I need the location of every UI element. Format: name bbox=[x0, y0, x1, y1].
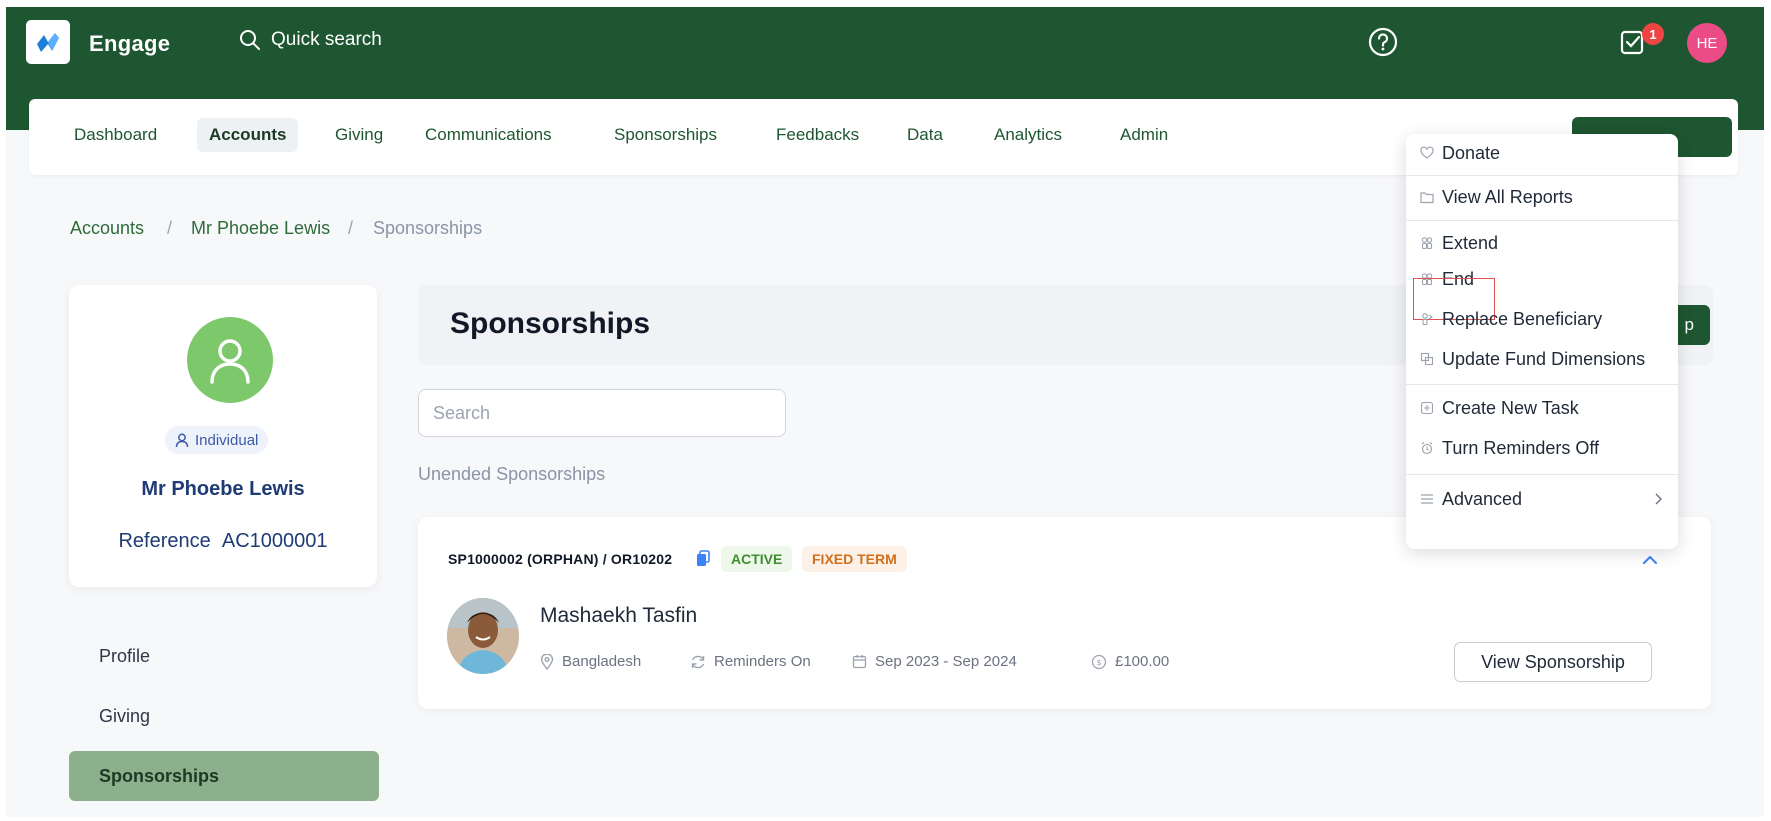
profile-reference: Reference AC1000001 bbox=[69, 530, 377, 553]
menu-item-label: Advanced bbox=[1442, 488, 1523, 509]
profile-card: Individual Mr Phoebe Lewis Reference AC1… bbox=[69, 285, 377, 587]
menu-item-label: Create New Task bbox=[1442, 397, 1579, 418]
svg-text:$: $ bbox=[1096, 658, 1101, 667]
actions-menu: Donate View All Reports Extend End Repla… bbox=[1406, 134, 1678, 549]
menu-item-update-fund-dimensions[interactable]: Update Fund Dimensions bbox=[1406, 340, 1678, 378]
search-icon bbox=[240, 30, 260, 50]
breadcrumb-accounts[interactable]: Accounts bbox=[70, 218, 144, 239]
profile-name: Mr Phoebe Lewis bbox=[141, 478, 305, 500]
folder-icon bbox=[1420, 191, 1434, 203]
menu-divider bbox=[1406, 175, 1678, 176]
replace-icon bbox=[1422, 313, 1433, 326]
amount-text: £100.00 bbox=[1115, 653, 1170, 670]
meta-country: Bangladesh bbox=[540, 653, 641, 670]
sidebar-item-profile[interactable]: Profile bbox=[69, 631, 379, 681]
help-icon bbox=[1368, 27, 1398, 57]
beneficiary-photo bbox=[447, 598, 519, 674]
currency-icon: $ bbox=[1091, 654, 1107, 669]
beneficiary-portrait bbox=[447, 598, 519, 674]
person-icon bbox=[210, 339, 250, 384]
app-logo[interactable] bbox=[26, 20, 70, 64]
location-pin-icon bbox=[540, 653, 554, 670]
chevron-right-icon bbox=[1655, 493, 1662, 505]
meta-amount: $ £100.00 bbox=[1091, 653, 1169, 670]
period-text: Sep 2023 - Sep 2024 bbox=[875, 653, 1017, 670]
menu-item-label: Replace Beneficiary bbox=[1442, 308, 1603, 329]
menu-lines-icon bbox=[1421, 494, 1433, 504]
nav-communications[interactable]: Communications bbox=[413, 118, 564, 152]
nav-analytics[interactable]: Analytics bbox=[982, 118, 1074, 152]
menu-item-label: Update Fund Dimensions bbox=[1442, 348, 1646, 369]
view-sponsorship-button[interactable]: View Sponsorship bbox=[1454, 642, 1652, 682]
reminders-text: Reminders On bbox=[714, 653, 811, 670]
menu-item-donate[interactable]: Donate bbox=[1406, 134, 1678, 172]
refresh-icon bbox=[691, 655, 705, 668]
nav-sponsorships[interactable]: Sponsorships bbox=[602, 118, 729, 152]
collapse-button[interactable] bbox=[1642, 552, 1658, 570]
status-badge: ACTIVE bbox=[721, 546, 793, 572]
sidebar-item-giving[interactable]: Giving bbox=[69, 691, 379, 741]
sidebar-item-sponsorships[interactable]: Sponsorships bbox=[69, 751, 379, 801]
layers-icon bbox=[1420, 352, 1434, 366]
section-label: Unended Sponsorships bbox=[418, 464, 606, 484]
meta-reminders: Reminders On bbox=[690, 653, 811, 670]
copy-icon bbox=[697, 550, 710, 566]
menu-item-create-new-task[interactable]: Create New Task bbox=[1406, 389, 1678, 427]
app-name: Engage bbox=[89, 31, 171, 56]
term-badge: FIXED TERM bbox=[802, 546, 907, 572]
app-frame: Engage Quick search 1 HE Dashboard Accou… bbox=[6, 7, 1764, 817]
menu-item-view-all-reports[interactable]: View All Reports bbox=[1406, 178, 1678, 216]
menu-divider bbox=[1406, 220, 1678, 221]
help-button[interactable] bbox=[1366, 25, 1400, 59]
breadcrumb-account-name[interactable]: Mr Phoebe Lewis bbox=[191, 218, 330, 239]
breadcrumb-current: Sponsorships bbox=[373, 218, 483, 238]
menu-item-replace-beneficiary[interactable]: Replace Beneficiary bbox=[1406, 300, 1678, 338]
alarm-icon bbox=[1421, 442, 1433, 455]
menu-item-label: View All Reports bbox=[1442, 186, 1573, 207]
profile-avatar bbox=[187, 317, 273, 403]
menu-item-turn-reminders-off[interactable]: Turn Reminders Off bbox=[1406, 429, 1678, 467]
copy-button[interactable] bbox=[696, 550, 710, 572]
nav-admin[interactable]: Admin bbox=[1108, 118, 1180, 152]
menu-divider bbox=[1406, 474, 1678, 475]
calendar-icon bbox=[852, 655, 867, 669]
nav-data[interactable]: Data bbox=[895, 118, 955, 152]
task-icon bbox=[1420, 401, 1434, 415]
menu-item-label: Extend bbox=[1442, 232, 1499, 253]
nav-giving[interactable]: Giving bbox=[323, 118, 395, 152]
meta-period: Sep 2023 - Sep 2024 bbox=[852, 653, 1017, 670]
reference-label: Reference bbox=[118, 530, 211, 552]
notification-badge: 1 bbox=[1642, 23, 1664, 45]
beneficiary-name: Mashaekh Tasfin bbox=[540, 604, 698, 627]
sponsorship-code: SP1000002 (ORPHAN) / OR10202 bbox=[448, 551, 673, 567]
chevron-up-icon bbox=[1643, 555, 1657, 564]
menu-item-advanced[interactable]: Advanced bbox=[1406, 480, 1678, 518]
user-icon bbox=[175, 433, 189, 447]
breadcrumb-separator: / bbox=[348, 218, 354, 238]
logo-icon bbox=[37, 33, 59, 52]
menu-item-extend[interactable]: Extend bbox=[1406, 224, 1678, 262]
menu-item-label: Turn Reminders Off bbox=[1442, 437, 1600, 458]
sponsorship-search-input[interactable] bbox=[418, 389, 786, 437]
people-icon bbox=[1421, 237, 1433, 250]
nav-accounts[interactable]: Accounts bbox=[197, 118, 299, 152]
country-text: Bangladesh bbox=[562, 653, 642, 670]
nav-dashboard[interactable]: Dashboard bbox=[62, 118, 169, 152]
quick-search-label: Quick search bbox=[271, 29, 382, 50]
donate-icon bbox=[1420, 146, 1434, 159]
nav-feedbacks[interactable]: Feedbacks bbox=[764, 118, 871, 152]
quick-search[interactable]: Quick search bbox=[239, 29, 382, 51]
page-title: Sponsorships bbox=[450, 307, 651, 340]
account-type-badge: Individual bbox=[165, 426, 269, 454]
breadcrumb-separator: / bbox=[167, 218, 173, 238]
menu-divider bbox=[1406, 384, 1678, 385]
user-avatar[interactable]: HE bbox=[1687, 23, 1727, 63]
menu-item-label: Donate bbox=[1442, 142, 1501, 163]
reference-value: AC1000001 bbox=[221, 530, 328, 552]
account-type-label: Individual bbox=[195, 431, 259, 449]
